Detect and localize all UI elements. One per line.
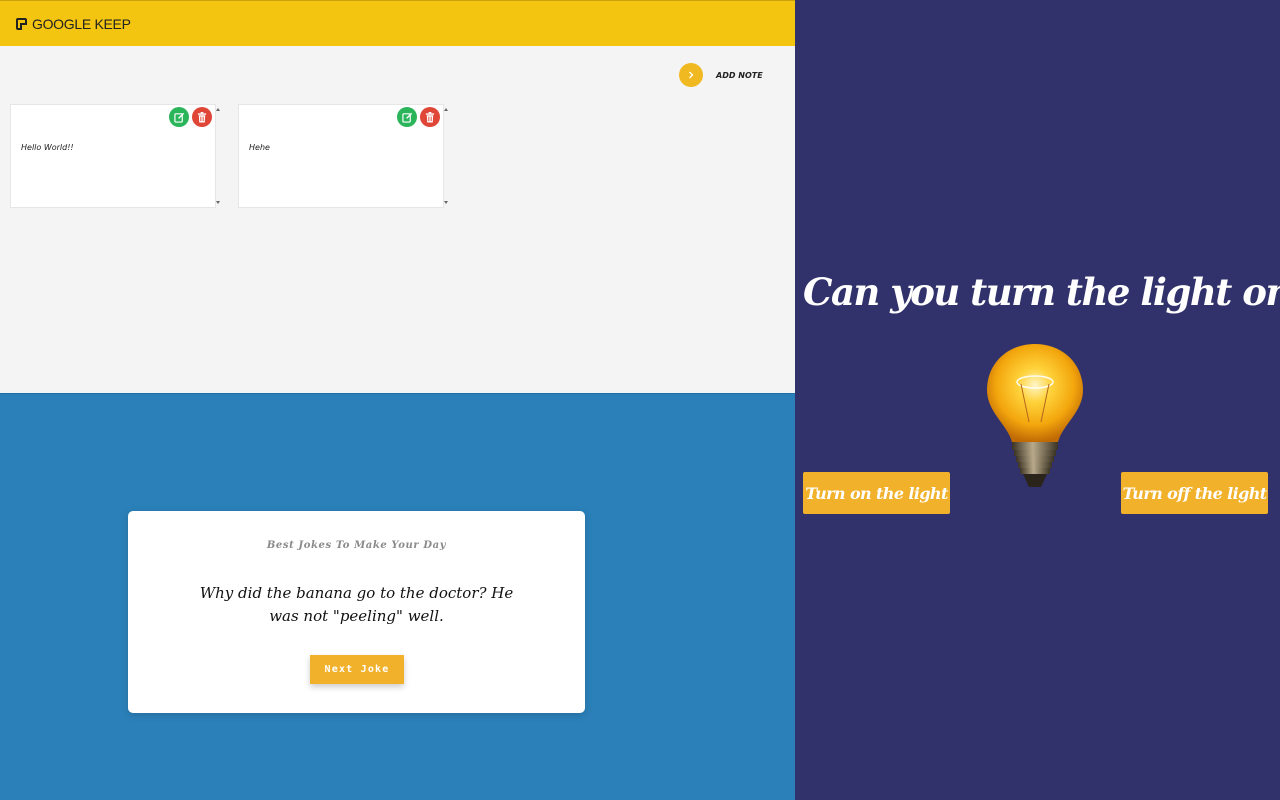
joke-text: Why did the banana go to the doctor? He … bbox=[199, 584, 514, 625]
keep-header: GOOGLE KEEP bbox=[0, 0, 795, 46]
edit-note-button[interactable] bbox=[169, 107, 189, 127]
edit-note-button[interactable] bbox=[397, 107, 417, 127]
scroll-down-arrow-icon[interactable] bbox=[216, 201, 220, 204]
note-card[interactable]: Hehe bbox=[238, 104, 448, 208]
scroll-up-arrow-icon[interactable] bbox=[444, 108, 448, 111]
light-title: Can you turn the light on? bbox=[803, 270, 1280, 314]
note-card[interactable]: Hello World!! bbox=[10, 104, 220, 208]
note-text: Hello World!! bbox=[21, 143, 74, 152]
delete-note-button[interactable] bbox=[192, 107, 212, 127]
trash-icon bbox=[425, 111, 435, 123]
delete-note-button[interactable] bbox=[420, 107, 440, 127]
trash-icon bbox=[197, 111, 207, 123]
note-icon bbox=[16, 18, 27, 30]
keep-app: GOOGLE KEEP ADD NOTE Hello World!! Hehe bbox=[0, 0, 795, 393]
add-note-control[interactable]: ADD NOTE bbox=[679, 63, 763, 87]
edit-icon bbox=[401, 112, 412, 123]
add-note-button[interactable] bbox=[679, 63, 703, 87]
add-note-label: ADD NOTE bbox=[716, 70, 763, 80]
scroll-up-arrow-icon[interactable] bbox=[216, 108, 220, 111]
note-text: Hehe bbox=[249, 143, 270, 152]
keep-logo: GOOGLE KEEP bbox=[16, 16, 131, 32]
turn-on-light-button[interactable]: Turn on the light bbox=[803, 472, 950, 514]
keep-logo-text: GOOGLE KEEP bbox=[32, 16, 131, 32]
light-bulb-app: Can you turn the light on? Turn on the l… bbox=[795, 0, 1280, 800]
note-scrollbar[interactable] bbox=[215, 105, 222, 207]
turn-off-light-button[interactable]: Turn off the light bbox=[1121, 472, 1268, 514]
joke-heading: Best Jokes To Make Your Day bbox=[266, 540, 447, 551]
scroll-down-arrow-icon[interactable] bbox=[444, 201, 448, 204]
next-joke-button[interactable]: Next Joke bbox=[310, 655, 404, 684]
light-bulb-icon bbox=[987, 344, 1083, 487]
edit-icon bbox=[173, 112, 184, 123]
note-scrollbar[interactable] bbox=[443, 105, 450, 207]
joke-card: Best Jokes To Make Your Day Why did the … bbox=[128, 511, 585, 713]
jokes-app: Best Jokes To Make Your Day Why did the … bbox=[0, 393, 795, 800]
chevron-right-icon bbox=[689, 71, 694, 79]
